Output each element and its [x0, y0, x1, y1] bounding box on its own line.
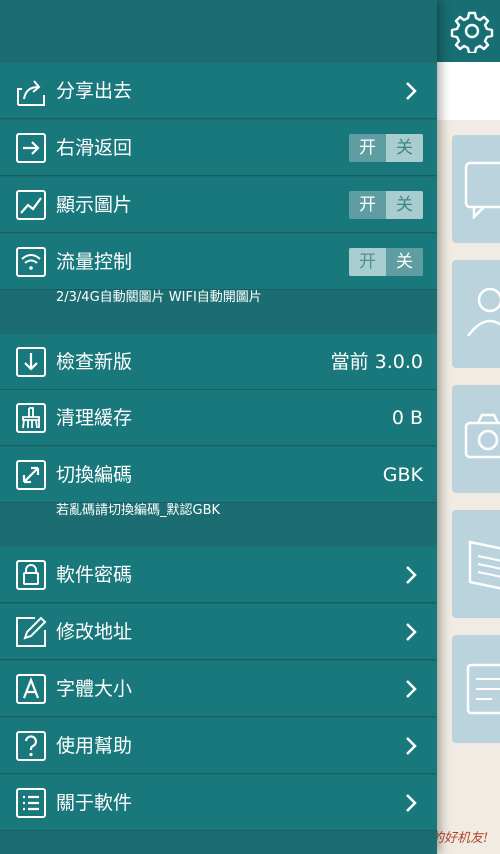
- menu-item-label: 切換編碼: [56, 464, 133, 486]
- menu-item-label: 關于軟件: [56, 792, 133, 814]
- section-note: 若亂碼請切換編碼_默認GBK: [0, 503, 437, 547]
- toggle-on-label: 开: [349, 248, 386, 276]
- menu-item-help[interactable]: 使用幫助: [0, 718, 437, 774]
- menu-item-swipe-back[interactable]: 右滑返回 开 关: [0, 120, 437, 176]
- background-card-user[interactable]: [452, 260, 500, 368]
- section-note: 2/3/4G自動關圖片 WIFI自動開圖片: [0, 290, 437, 334]
- menu-item-label: 軟件密碼: [56, 564, 133, 586]
- background-card-notes[interactable]: [452, 510, 500, 618]
- chevron-right-icon: [406, 82, 417, 100]
- broom-icon: [16, 403, 46, 433]
- menu-item-font-size[interactable]: 字體大小: [0, 661, 437, 717]
- drawer-header: [0, 0, 437, 63]
- background-card-chat[interactable]: [452, 135, 500, 243]
- download-box-icon: [16, 347, 46, 377]
- background-card-camera[interactable]: [452, 385, 500, 493]
- toggle-off-label: 关: [386, 134, 423, 162]
- swipe-back-toggle[interactable]: 开 关: [349, 134, 423, 162]
- chevron-right-icon: [406, 737, 417, 755]
- camera-icon: [464, 413, 500, 459]
- toggle-off-label: 关: [386, 248, 423, 276]
- menu-item-label: 修改地址: [56, 621, 133, 643]
- wifi-icon: [16, 247, 46, 277]
- notebook-icon: [468, 540, 500, 590]
- menu-item-switch-encoding[interactable]: 切換編碼 GBK: [0, 447, 437, 503]
- menu-item-clear-cache[interactable]: 清理緩存 0 B: [0, 390, 437, 446]
- menu-item-traffic-control[interactable]: 流量控制 开 关: [0, 234, 437, 290]
- menu-item-label: 右滑返回: [56, 137, 133, 159]
- toggle-on-label: 开: [349, 191, 386, 219]
- chevron-right-icon: [406, 794, 417, 812]
- encoding-note: 若亂碼請切換編碼_默認GBK: [56, 503, 221, 518]
- share-icon: [17, 80, 45, 106]
- toggle-off-label: 关: [386, 191, 423, 219]
- question-icon: [16, 731, 46, 761]
- menu-item-about[interactable]: 關于軟件: [0, 775, 437, 831]
- menu-item-check-update[interactable]: 檢查新版 當前 3.0.0: [0, 334, 437, 390]
- menu-item-label: 分享出去: [56, 80, 133, 102]
- traffic-control-toggle[interactable]: 开 关: [349, 248, 423, 276]
- user-icon: [466, 287, 500, 337]
- background-card-document[interactable]: [452, 635, 500, 743]
- version-value: 當前 3.0.0: [330, 351, 423, 373]
- menu-item-label: 檢查新版: [56, 351, 133, 373]
- menu-item-show-images[interactable]: 顯示圖片 开 关: [0, 177, 437, 233]
- arrow-right-box-icon: [16, 133, 46, 163]
- chevron-right-icon: [406, 680, 417, 698]
- list-icon: [16, 788, 46, 818]
- menu-item-edit-address[interactable]: 修改地址: [0, 604, 437, 660]
- gear-icon[interactable]: [450, 9, 494, 53]
- image-chart-icon: [16, 190, 46, 220]
- chevron-right-icon: [406, 566, 417, 584]
- letter-a-icon: [16, 674, 46, 704]
- chat-icon: [464, 161, 500, 219]
- menu-item-label: 流量控制: [56, 251, 133, 273]
- swap-arrows-icon: [16, 460, 46, 490]
- document-icon: [466, 663, 500, 715]
- chevron-right-icon: [406, 623, 417, 641]
- menu-item-label: 清理緩存: [56, 407, 133, 429]
- pencil-icon: [16, 616, 47, 647]
- show-images-toggle[interactable]: 开 关: [349, 191, 423, 219]
- menu-item-label: 字體大小: [56, 678, 133, 700]
- cache-size-value: 0 B: [391, 407, 423, 429]
- menu-item-label: 使用幫助: [56, 735, 133, 757]
- menu-item-share[interactable]: 分享出去: [0, 63, 437, 119]
- lock-icon: [16, 560, 46, 590]
- settings-drawer: 分享出去 右滑返回 开 关 顯示圖片 开 关 流量控制 开 关 2/3/4G自動…: [0, 0, 437, 854]
- toggle-on-label: 开: [349, 134, 386, 162]
- menu-item-label: 顯示圖片: [56, 194, 133, 216]
- menu-item-app-password[interactable]: 軟件密碼: [0, 547, 437, 603]
- traffic-note: 2/3/4G自動關圖片 WIFI自動開圖片: [56, 290, 262, 305]
- background-toolbar: [437, 62, 500, 120]
- encoding-value: GBK: [382, 464, 423, 486]
